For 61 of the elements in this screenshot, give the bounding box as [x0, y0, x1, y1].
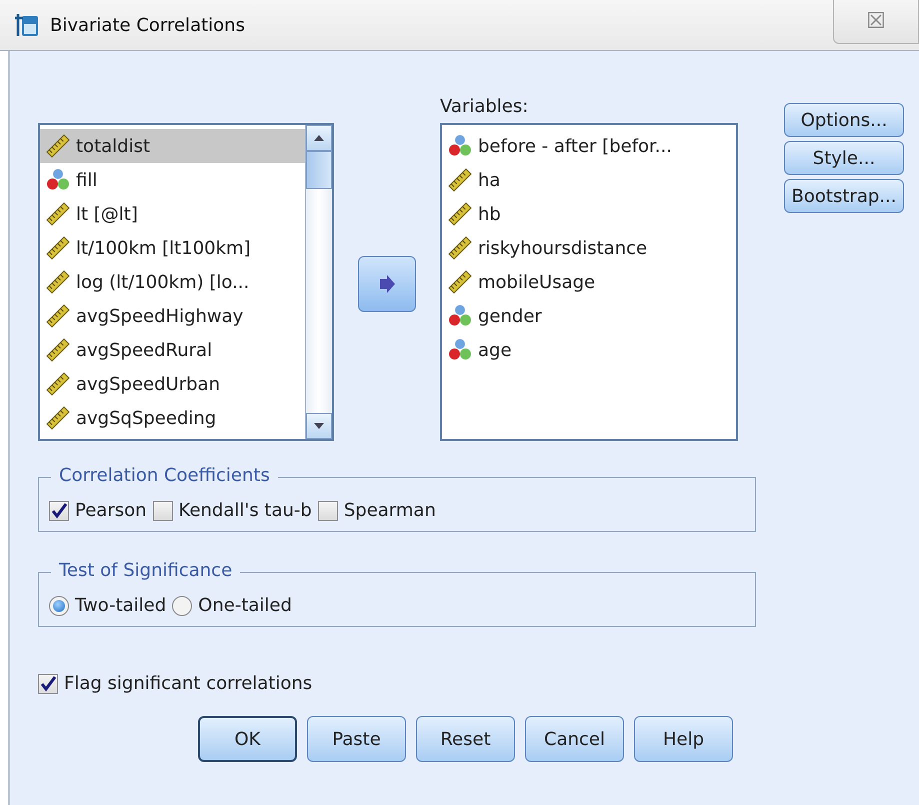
- app-icon: [14, 12, 40, 38]
- list-item[interactable]: totaldist: [40, 129, 305, 163]
- variable-name: avgSpeedUrban: [76, 374, 220, 394]
- variable-name: fill: [76, 170, 98, 190]
- variable-name[interactable]: ha: [478, 170, 500, 190]
- checkbox[interactable]: [152, 500, 173, 520]
- dialog-button[interactable]: Paste: [307, 716, 406, 762]
- scroll-up-icon[interactable]: [314, 135, 324, 141]
- list-item[interactable]: avgSqSpeeding: [40, 401, 305, 435]
- variables-list[interactable]: before - after [befor... ha hb riskyhoursdistance mobileUsage gender age: [440, 123, 738, 441]
- variable-name[interactable]: mobileUsage: [478, 272, 596, 292]
- window-title: Bivariate Correlations: [50, 14, 245, 36]
- checkbox[interactable]: [318, 500, 338, 520]
- checkbox[interactable]: [49, 500, 69, 520]
- nominal-icon: [448, 338, 472, 362]
- nominal-icon: [448, 304, 472, 328]
- variable-name: avgSqSpeeding: [76, 408, 216, 428]
- checkbox-label: Pearson: [75, 500, 147, 521]
- radio-label: One-tailed: [198, 595, 292, 616]
- variable-name[interactable]: hb: [478, 204, 501, 224]
- scroll-thumb[interactable]: [306, 151, 332, 189]
- variable-name[interactable]: riskyhoursdistance: [478, 238, 648, 258]
- radio-label: Two-tailed: [75, 595, 166, 616]
- variable-name[interactable]: age: [478, 340, 512, 360]
- list-item[interactable]: lt [@lt]: [40, 197, 305, 231]
- list-item[interactable]: log (lt/100km) [lo...: [40, 265, 305, 299]
- radio-button[interactable]: [49, 596, 69, 616]
- arrow-icon: [378, 274, 396, 292]
- variable-name: avgSpeedRural: [76, 340, 212, 360]
- variables-label: Variables:: [440, 96, 530, 119]
- variable-name[interactable]: gender: [478, 306, 542, 326]
- variable-name: avgSpeedHighway: [76, 306, 244, 326]
- list-item[interactable]: avgSpeedUrban: [40, 367, 305, 401]
- side-button[interactable]: Bootstrap...: [784, 179, 904, 213]
- list-item[interactable]: avgSpeedRural: [40, 333, 305, 367]
- scrollbar[interactable]: [305, 125, 332, 439]
- checkbox[interactable]: [38, 674, 58, 694]
- move-button[interactable]: [358, 256, 416, 312]
- variable-name[interactable]: before - after [befor...: [478, 136, 672, 156]
- nominal-icon: [46, 168, 70, 192]
- list-item[interactable]: avgSpeedHighway: [40, 299, 305, 333]
- variable-name: lt [@lt]: [76, 204, 138, 224]
- variable-name: lt/100km [lt100km]: [76, 238, 251, 258]
- checkbox-label: Kendall's tau-b: [178, 500, 312, 521]
- variable-name: totaldist: [76, 136, 150, 156]
- dialog-button[interactable]: OK: [198, 716, 297, 762]
- side-button[interactable]: Style...: [784, 141, 904, 175]
- checkbox-label: Spearman: [344, 500, 436, 521]
- dialog-button[interactable]: Reset: [416, 716, 515, 762]
- dialog-button[interactable]: Cancel: [525, 716, 624, 762]
- source-variable-list[interactable]: totaldist fill lt [@lt] lt/100km [lt100km] log (lt/100km) [lo... avgSpeedHighway avgSpeedRural avgSpeedUrban avgSqSpeeding: [38, 123, 334, 441]
- radio-button[interactable]: [172, 596, 192, 616]
- group-title: Test of Significance: [51, 560, 240, 581]
- list-item[interactable]: fill: [40, 163, 305, 197]
- variable-name: log (lt/100km) [lo...: [76, 272, 250, 292]
- checkbox-label: Flag significant correlations: [64, 673, 312, 694]
- scroll-down-icon[interactable]: [314, 423, 324, 429]
- side-button[interactable]: Options...: [784, 103, 904, 137]
- dialog-button[interactable]: Help: [634, 716, 733, 762]
- nominal-icon: [448, 134, 472, 158]
- list-item[interactable]: lt/100km [lt100km]: [40, 231, 305, 265]
